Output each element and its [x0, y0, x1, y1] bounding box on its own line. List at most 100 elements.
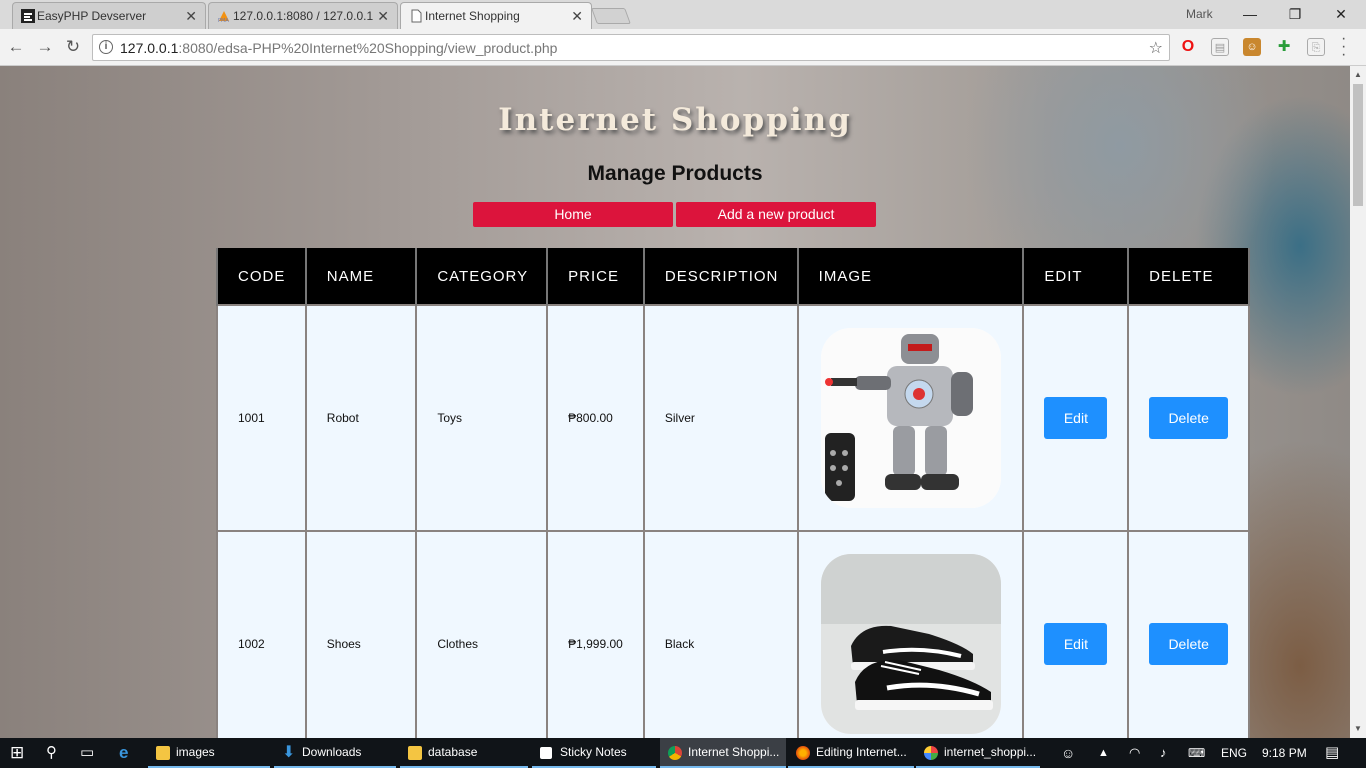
taskbar-label: internet_shoppi...	[944, 745, 1037, 759]
product-code: 1002	[216, 530, 307, 738]
site-info-icon[interactable]: i	[99, 40, 113, 54]
browser-toolbar: ← → ↻ i 127.0.0.1:8080/edsa-PHP%20Intern…	[0, 29, 1366, 66]
taskbar: ⊞ ⚲ ▭ e images ⬇ Downloads database Stic…	[0, 738, 1366, 768]
extension-sync-icon[interactable]: ⎘	[1307, 38, 1325, 56]
forward-icon[interactable]: →	[35, 37, 55, 57]
url-text[interactable]: 127.0.0.1:8080/edsa-PHP%20Internet%20Sho…	[120, 40, 557, 56]
taskbar-item-database[interactable]: database	[400, 738, 528, 768]
home-link[interactable]: Home	[473, 202, 673, 227]
firefox-icon	[796, 746, 810, 760]
product-price: ₱1,999.00	[546, 530, 645, 738]
page-viewport: Internet Shopping Manage Products Home A…	[0, 66, 1350, 738]
page-heading: Manage Products	[587, 162, 763, 185]
taskbar-item-images[interactable]: images	[148, 738, 270, 768]
tab-title: 127.0.0.1:8080 / 127.0.0.1	[233, 9, 373, 23]
chrome-icon	[668, 746, 682, 760]
product-name: Shoes	[304, 530, 418, 738]
taskbar-item-paint[interactable]: internet_shoppi...	[916, 738, 1040, 768]
taskbar-item-firefox[interactable]: Editing Internet...	[788, 738, 914, 768]
volume-icon[interactable]: ♪	[1160, 738, 1167, 768]
chevron-up-icon[interactable]: ▲	[1098, 738, 1109, 768]
table-row: 1001 Robot Toys ₱800.00 Silver Edit Dele…	[216, 304, 1250, 532]
scroll-up-icon[interactable]: ▲	[1350, 70, 1366, 79]
product-code: 1001	[216, 304, 307, 532]
page-nav: Home Add a new product	[473, 202, 876, 227]
product-image-cell	[796, 304, 1025, 532]
edit-button[interactable]: Edit	[1044, 397, 1108, 439]
language-indicator[interactable]: ENG	[1221, 738, 1247, 768]
close-icon[interactable]: ✕	[185, 8, 197, 25]
bookmark-star-icon[interactable]: ☆	[1149, 38, 1163, 58]
minimize-icon[interactable]: —	[1235, 3, 1265, 25]
delete-button[interactable]: Delete	[1149, 397, 1229, 439]
taskbar-label: Editing Internet...	[816, 745, 907, 759]
column-header-code: CODE	[216, 248, 307, 305]
svg-text:PMA: PMA	[218, 18, 229, 23]
product-category: Clothes	[415, 530, 549, 738]
download-icon: ⬇	[282, 744, 296, 761]
page-icon	[409, 9, 423, 23]
product-image-cell	[796, 530, 1025, 738]
action-center-icon[interactable]: ▤	[1325, 738, 1339, 768]
people-icon[interactable]: ☺	[1061, 738, 1075, 768]
extension-puzzle-icon[interactable]: ✚	[1275, 38, 1293, 56]
taskbar-item-chrome[interactable]: Internet Shoppi...	[660, 738, 786, 768]
reload-icon[interactable]: ↻	[63, 37, 83, 57]
wifi-icon[interactable]: ◠	[1129, 738, 1140, 768]
folder-icon	[156, 746, 170, 760]
restore-icon[interactable]: ❐	[1280, 3, 1310, 25]
new-tab-button[interactable]	[591, 8, 631, 24]
edge-icon[interactable]: e	[119, 738, 128, 768]
tab-easyphp[interactable]: EasyPHP Devserver ✕	[12, 2, 206, 29]
column-header-edit: EDIT	[1022, 248, 1130, 305]
extension-face-icon[interactable]: ☺	[1243, 38, 1261, 56]
column-header-description: DESCRIPTION	[642, 248, 799, 305]
search-icon[interactable]: ⚲	[46, 738, 57, 768]
extension-icon[interactable]: ▤	[1211, 38, 1229, 56]
product-name: Robot	[304, 304, 418, 532]
tab-title: Internet Shopping	[425, 9, 520, 23]
address-bar[interactable]: i 127.0.0.1:8080/edsa-PHP%20Internet%20S…	[92, 34, 1170, 61]
scroll-thumb[interactable]	[1353, 84, 1363, 206]
column-header-delete: DELETE	[1127, 248, 1250, 305]
folder-icon	[408, 746, 422, 760]
product-category: Toys	[415, 304, 549, 532]
tab-internet-shopping[interactable]: Internet Shopping ✕	[400, 2, 592, 29]
delete-cell: Delete	[1127, 530, 1250, 738]
taskbar-label: Internet Shoppi...	[688, 745, 780, 759]
product-description: Silver	[642, 304, 799, 532]
menu-icon[interactable]: · · ·	[1341, 31, 1346, 63]
taskbar-label: Downloads	[302, 745, 362, 759]
table-header-row: CODE NAME CATEGORY PRICE DESCRIPTION IMA…	[216, 248, 1250, 305]
edit-cell: Edit	[1022, 530, 1130, 738]
taskbar-label: images	[176, 745, 215, 759]
phpmyadmin-icon: PMA	[217, 9, 231, 24]
taskbar-item-downloads[interactable]: ⬇ Downloads	[274, 738, 396, 768]
site-title: Internet Shopping	[498, 102, 852, 138]
back-icon[interactable]: ←	[6, 37, 26, 57]
product-price: ₱800.00	[546, 304, 645, 532]
column-header-category: CATEGORY	[415, 248, 549, 305]
close-icon[interactable]: ✕	[571, 8, 583, 25]
vertical-scrollbar[interactable]: ▲ ▼	[1350, 66, 1366, 738]
input-method-icon[interactable]: ⌨	[1188, 738, 1205, 768]
robot-toy-image	[820, 328, 1001, 508]
task-view-icon[interactable]: ▭	[80, 738, 94, 768]
scroll-down-icon[interactable]: ▼	[1350, 724, 1366, 733]
sneakers-image	[820, 554, 1001, 734]
tab-phpmyadmin[interactable]: PMA 127.0.0.1:8080 / 127.0.0.1 ✕	[208, 2, 398, 29]
products-table: CODE NAME CATEGORY PRICE DESCRIPTION IMA…	[216, 248, 1250, 738]
product-description: Black	[642, 530, 799, 738]
close-icon[interactable]: ✕	[377, 8, 389, 25]
opera-icon[interactable]: O	[1179, 38, 1197, 56]
clock[interactable]: 9:18 PM	[1262, 738, 1307, 768]
window-close-icon[interactable]: ✕	[1326, 3, 1356, 25]
taskbar-item-sticky-notes[interactable]: Sticky Notes	[532, 738, 656, 768]
add-product-link[interactable]: Add a new product	[676, 202, 876, 227]
delete-button[interactable]: Delete	[1149, 623, 1229, 665]
browser-tab-strip: EasyPHP Devserver ✕ PMA 127.0.0.1:8080 /…	[0, 0, 1366, 29]
profile-name[interactable]: Mark	[1186, 7, 1213, 21]
tab-title: EasyPHP Devserver	[37, 9, 147, 23]
windows-start-icon[interactable]: ⊞	[10, 738, 24, 768]
edit-button[interactable]: Edit	[1044, 623, 1108, 665]
